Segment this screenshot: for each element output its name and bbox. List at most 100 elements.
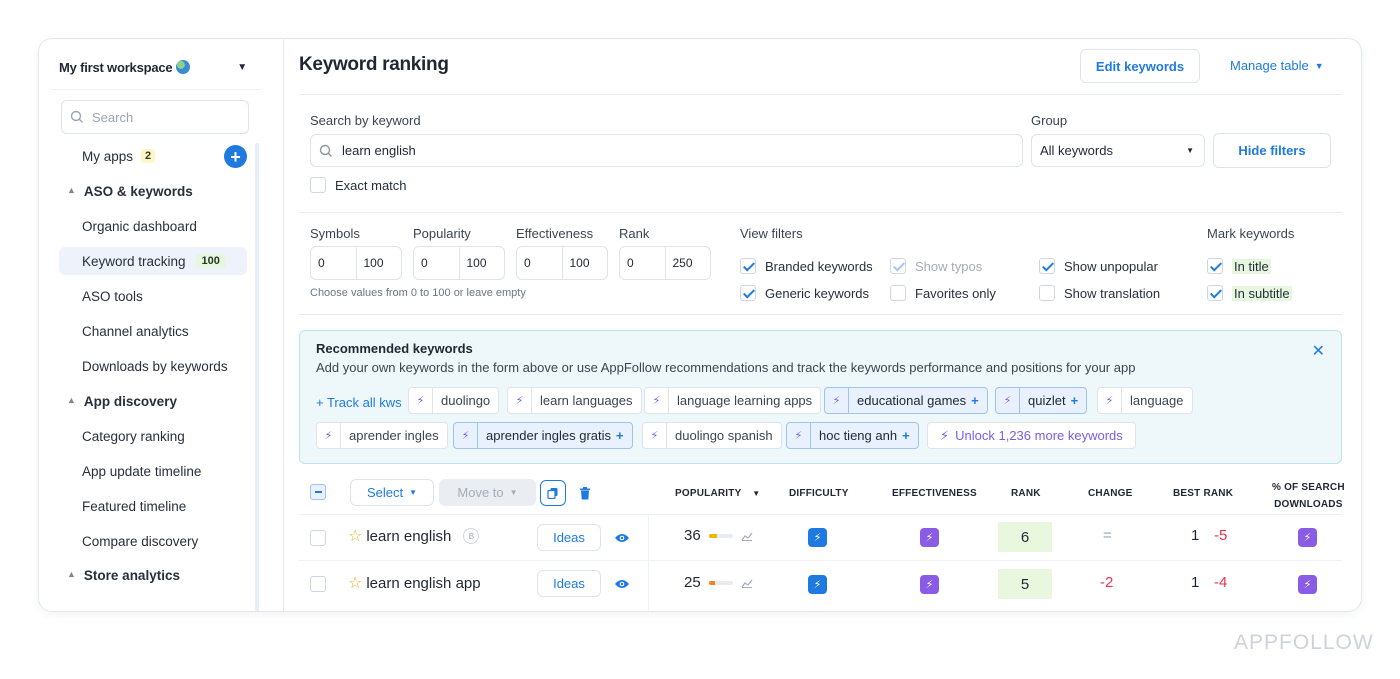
show-typos-checkbox[interactable]: Show typos (890, 258, 982, 274)
generic-keywords-checkbox[interactable]: Generic keywords (740, 285, 869, 301)
globe-icon (176, 59, 191, 74)
rank-max-input[interactable]: 250 (664, 247, 711, 279)
sidebar-item-channel-analytics[interactable]: Channel analytics (59, 317, 247, 345)
column-header-best-rank[interactable]: BEST RANK (1173, 488, 1233, 499)
checkbox[interactable] (740, 258, 756, 274)
checkbox[interactable] (1207, 258, 1223, 274)
popularity-bar-fill (708, 533, 718, 538)
chip-label: language learning apps (677, 393, 813, 408)
edit-keywords-button[interactable]: Edit keywords (1080, 49, 1200, 83)
sidebar: My first workspace ▼ Search My apps 2 + … (39, 39, 283, 611)
unlock-more-keywords-button[interactable]: ⚡ Unlock 1,236 more keywords (927, 422, 1136, 449)
sidebar-item-app-update-timeline[interactable]: App update timeline (59, 457, 247, 485)
delete-button[interactable] (572, 480, 598, 506)
checkbox[interactable] (890, 258, 906, 274)
keyword-search-input[interactable]: learn english (310, 134, 1023, 167)
workspace-switcher[interactable]: My first workspace ▼ (59, 49, 247, 85)
add-app-button[interactable]: + (224, 145, 247, 168)
column-header-rank[interactable]: RANK (1011, 488, 1041, 499)
sidebar-section-app-discovery[interactable]: ▼ App discovery (59, 387, 247, 415)
ideas-button[interactable]: Ideas (537, 570, 601, 597)
star-icon[interactable]: ☆ (348, 573, 362, 593)
rank-min-input[interactable]: 0 (620, 247, 665, 279)
eye-icon[interactable] (609, 571, 635, 597)
symbols-range: 0 100 (310, 246, 402, 280)
select-all-checkbox[interactable] (310, 484, 326, 500)
sidebar-item-featured-timeline[interactable]: Featured timeline (59, 492, 247, 520)
sidebar-item-my-apps[interactable]: My apps 2 (59, 142, 247, 170)
effectiveness-max-input[interactable]: 100 (561, 247, 608, 279)
copy-icon (547, 488, 558, 499)
sidebar-search-input[interactable]: Search (61, 100, 249, 134)
popularity-range: 0 100 (413, 246, 505, 280)
symbols-max-input[interactable]: 100 (355, 247, 402, 279)
ideas-button[interactable]: Ideas (537, 524, 601, 551)
effectiveness-min-input[interactable]: 0 (517, 247, 562, 279)
checkbox-label: In title (1232, 258, 1271, 274)
keyword-chip[interactable]: ⚡ aprender ingles (316, 422, 448, 449)
copy-button[interactable] (540, 480, 566, 506)
sidebar-item-organic-dashboard[interactable]: Organic dashboard (59, 212, 247, 240)
group-select[interactable]: All keywords ▼ (1031, 134, 1205, 167)
my-apps-count-badge: 2 (141, 149, 156, 163)
symbols-min-input[interactable]: 0 (311, 247, 356, 279)
sidebar-item-downloads-by-keywords[interactable]: Downloads by keywords (59, 352, 247, 380)
keyword-chip[interactable]: ⚡ duolingo spanish (642, 422, 782, 449)
show-translation-checkbox[interactable]: Show translation (1039, 285, 1160, 301)
eye-icon[interactable] (609, 525, 635, 551)
chip-label: duolingo spanish (675, 428, 773, 443)
search-downloads-lightning-icon[interactable]: ⚡ (1298, 528, 1317, 547)
move-to-dropdown[interactable]: Move to ▼ (439, 479, 536, 506)
in-title-checkbox[interactable]: In title (1207, 258, 1271, 274)
in-subtitle-checkbox[interactable]: In subtitle (1207, 285, 1292, 301)
close-icon[interactable]: ✕ (1312, 341, 1325, 361)
checkbox[interactable] (1039, 285, 1055, 301)
keyword-chip[interactable]: ⚡ language learning apps (644, 387, 822, 414)
column-header-search-downloads[interactable]: % OF SEARCH DOWNLOADS (1272, 479, 1345, 513)
manage-table-dropdown[interactable]: Manage table ▼ (1230, 58, 1324, 73)
track-all-keywords-link[interactable]: + Track all kws (316, 389, 402, 416)
keyword-chip-selected[interactable]: ⚡ educational games + (824, 387, 988, 414)
keyword-chip[interactable]: ⚡ learn languages (507, 387, 642, 414)
checkbox[interactable] (1039, 258, 1055, 274)
keyword-chip-selected[interactable]: ⚡ quizlet + (995, 387, 1088, 414)
checkbox-label: Branded keywords (765, 258, 873, 274)
popularity-min-input[interactable]: 0 (414, 247, 459, 279)
sidebar-item-aso-tools[interactable]: ASO tools (59, 282, 247, 310)
keyword-chip[interactable]: ⚡ language (1097, 387, 1193, 414)
hide-filters-button[interactable]: Hide filters (1213, 133, 1331, 168)
trend-chart-icon[interactable] (741, 578, 753, 588)
sidebar-item-compare-discovery[interactable]: Compare discovery (59, 527, 247, 555)
select-dropdown[interactable]: Select ▼ (350, 479, 434, 506)
checkbox[interactable] (310, 177, 326, 193)
checkbox[interactable] (1207, 285, 1223, 301)
trend-chart-icon[interactable] (741, 531, 753, 541)
popularity-bar (708, 580, 733, 585)
sidebar-item-category-ranking[interactable]: Category ranking (59, 422, 247, 450)
lightning-icon: ⚡ (643, 423, 667, 448)
checkbox[interactable] (740, 285, 756, 301)
row-checkbox[interactable] (310, 576, 326, 592)
sidebar-section-store-analytics[interactable]: ▼ Store analytics (59, 561, 247, 589)
sidebar-item-keyword-tracking[interactable]: Keyword tracking 100 (59, 247, 247, 275)
change-cell: -2 (1100, 574, 1114, 591)
row-checkbox[interactable] (310, 530, 326, 546)
checkbox[interactable] (890, 285, 906, 301)
column-header-effectiveness[interactable]: EFFECTIVENESS (892, 488, 977, 499)
keyword-chip[interactable]: ⚡ duolingo (408, 387, 500, 414)
recommended-title: Recommended keywords (316, 341, 473, 356)
exact-match-checkbox[interactable]: Exact match (310, 177, 407, 193)
show-unpopular-checkbox[interactable]: Show unpopular (1039, 258, 1158, 274)
search-downloads-lightning-icon[interactable]: ⚡ (1298, 575, 1317, 594)
popularity-max-input[interactable]: 100 (458, 247, 505, 279)
column-header-difficulty[interactable]: DIFFICULTY (789, 488, 849, 499)
favorites-only-checkbox[interactable]: Favorites only (890, 285, 996, 301)
column-header-change[interactable]: CHANGE (1088, 488, 1133, 499)
keyword-chip-selected[interactable]: ⚡ aprender ingles gratis + (453, 422, 633, 449)
sidebar-scrollbar[interactable] (255, 143, 259, 611)
star-icon[interactable]: ☆ (348, 526, 362, 546)
column-header-popularity[interactable]: POPULARITY ▼ (675, 488, 760, 499)
sidebar-section-aso-keywords[interactable]: ▼ ASO & keywords (59, 177, 247, 205)
branded-keywords-checkbox[interactable]: Branded keywords (740, 258, 873, 274)
keyword-chip-selected[interactable]: ⚡ hoc tieng anh + (786, 422, 919, 449)
